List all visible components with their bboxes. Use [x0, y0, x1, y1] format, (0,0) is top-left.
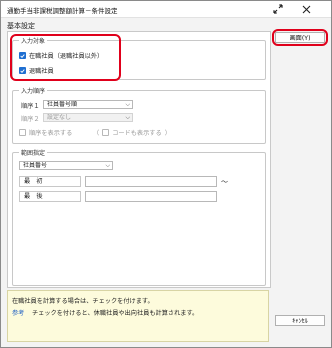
- checkbox-unchecked-icon[interactable]: [19, 129, 26, 136]
- range-first-input[interactable]: [85, 176, 217, 187]
- checkbox-show-code[interactable]: （ コードも表示する ）: [93, 128, 171, 137]
- highlight-input-target: [10, 34, 121, 81]
- expand-icon[interactable]: [267, 2, 289, 16]
- range-last-input[interactable]: [85, 191, 217, 202]
- title-bar: 通勤手当非課税調整額計算－条件設定: [1, 1, 331, 18]
- checkbox-unchecked-icon[interactable]: [102, 129, 110, 136]
- help-panel: 在職社員を計算する場合は、チェックを付けます。 参考 チェックを付けると、休職社…: [7, 290, 269, 342]
- order1-select[interactable]: 社員番号順 ⌵: [43, 100, 133, 109]
- close-icon[interactable]: [295, 2, 317, 16]
- window-title: 通勤手当非課税調整額計算－条件設定: [7, 7, 118, 15]
- dialog-window: 通勤手当非課税調整額計算－条件設定 基本設定 入力対象 在職社員（退職社員以外）: [0, 0, 332, 348]
- range-field-select[interactable]: 社員番号 ⌵: [19, 161, 113, 170]
- range-first-label-box: 最 初: [19, 176, 81, 187]
- help-text-line2: チェックを付けると、休職社員や出向社員も計算されます。: [32, 310, 199, 317]
- paren-open: （: [93, 130, 100, 137]
- input-order-title: 入力順序: [19, 86, 48, 95]
- chevron-down-icon: ⌵: [125, 101, 130, 108]
- range-field-value: 社員番号: [23, 162, 48, 169]
- show-code-label: コードも表示する: [112, 130, 162, 137]
- range-tilde: ～: [221, 178, 228, 186]
- input-order-group: 入力順序 順序１ 社員番号順 ⌵ 順序２ 設定なし ⌵ 順序を表示する （ コー…: [12, 86, 266, 144]
- order1-label: 順序１: [21, 103, 40, 110]
- range-last-label: 最 後: [24, 193, 43, 200]
- cancel-button[interactable]: ｷｬﾝｾﾙ: [275, 315, 325, 326]
- show-order-label: 順序を表示する: [29, 130, 73, 137]
- range-title: 範囲指定: [19, 148, 48, 157]
- chevron-down-icon: ⌵: [105, 162, 110, 169]
- section-label-basic-settings: 基本設定: [7, 22, 35, 30]
- help-reference-tag: 参考: [12, 310, 25, 317]
- help-text-line1: 在職社員を計算する場合は、チェックを付けます。: [12, 298, 154, 305]
- range-group: 範囲指定 社員番号 ⌵ 最 初 ～ 最 後: [12, 148, 266, 286]
- checkbox-show-order[interactable]: 順序を表示する: [19, 128, 72, 137]
- range-last-label-box: 最 後: [19, 191, 81, 202]
- chevron-down-icon: ⌵: [125, 114, 130, 121]
- order2-value: 設定なし: [47, 114, 72, 121]
- order2-select[interactable]: 設定なし ⌵: [43, 113, 133, 122]
- highlight-screen-button: [272, 29, 328, 46]
- order1-value: 社員番号順: [47, 101, 78, 108]
- range-first-label: 最 初: [24, 178, 43, 185]
- paren-close: ）: [164, 130, 171, 137]
- order2-label: 順序２: [21, 116, 40, 123]
